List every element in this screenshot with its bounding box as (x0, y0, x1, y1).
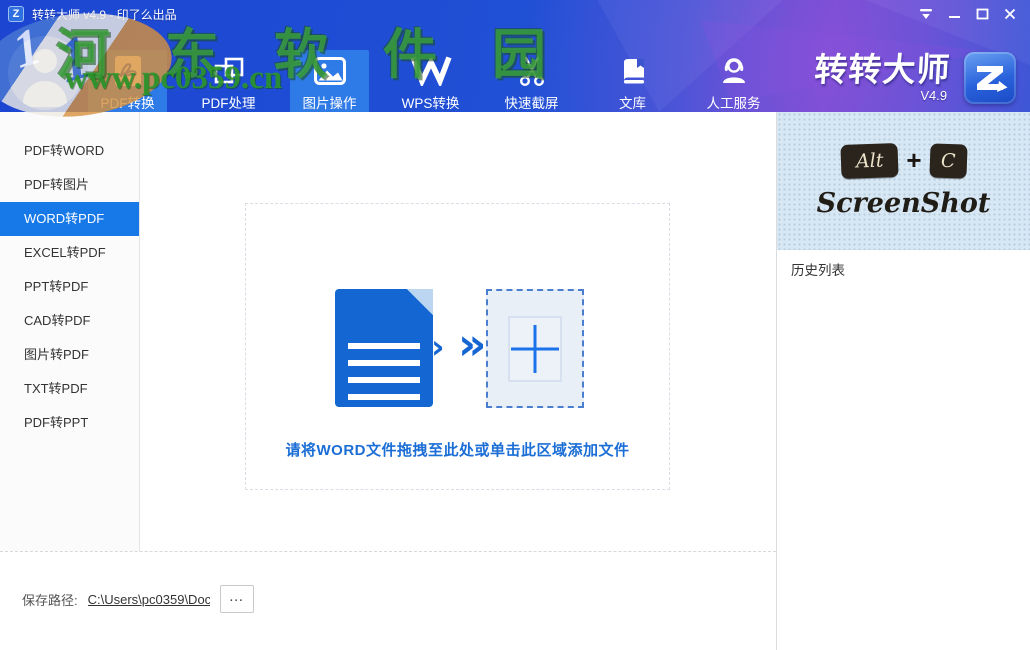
hotkey-row: Alt + C (841, 144, 966, 178)
headset-person-icon (718, 54, 750, 88)
sidebar: PDF转WORD PDF转图片 WORD转PDF EXCEL转PDF PPT转P… (0, 112, 140, 551)
tab-label: 图片操作 (303, 92, 357, 112)
chevron-right-icon: › (431, 330, 445, 363)
tab-label: PDF转换 (101, 92, 155, 112)
main-content: › » 请将WORD文件拖拽至此处或单击此区域添加文件 (140, 112, 776, 551)
sidebar-item-txt-to-pdf[interactable]: TXT转PDF (0, 372, 139, 406)
c-key: C (929, 143, 967, 178)
book-icon (618, 54, 648, 88)
pdf-convert-icon (114, 54, 142, 88)
sidebar-item-ppt-to-pdf[interactable]: PPT转PDF (0, 270, 139, 304)
minimize-button[interactable] (940, 3, 968, 25)
document-fold (407, 289, 433, 315)
sidebar-item-excel-to-pdf[interactable]: EXCEL转PDF (0, 236, 139, 270)
tab-label: PDF处理 (202, 92, 256, 112)
alt-key: Alt (840, 143, 899, 179)
sidebar-item-word-to-pdf[interactable]: WORD转PDF (0, 202, 139, 236)
sidebar-list: PDF转WORD PDF转图片 WORD转PDF EXCEL转PDF PPT转P… (0, 134, 139, 440)
sidebar-item-pdf-to-word[interactable]: PDF转WORD (0, 134, 139, 168)
brand-version: V4.9 (813, 88, 948, 103)
tab-pdf-process[interactable]: PDF处理 (189, 50, 268, 112)
tab-pdf-convert[interactable]: PDF转换 (88, 50, 167, 112)
tab-wps-convert[interactable]: WPS转换 (391, 50, 470, 112)
tab-label: 人工服务 (707, 92, 761, 112)
tab-library[interactable]: 文库 (593, 50, 672, 112)
document-line (348, 394, 420, 400)
right-panel: Alt + C ScreenShot 历史列表 (776, 112, 1030, 650)
sidebar-item-pdf-to-ppt[interactable]: PDF转PPT (0, 406, 139, 440)
sidebar-item-cad-to-pdf[interactable]: CAD转PDF (0, 304, 139, 338)
screenshot-hotkey-promo[interactable]: Alt + C ScreenShot (777, 112, 1030, 250)
plus-icon (534, 325, 537, 373)
file-dropzone[interactable]: › » 请将WORD文件拖拽至此处或单击此区域添加文件 (245, 203, 670, 490)
image-ops-icon (314, 54, 346, 88)
sidebar-item-pdf-to-image[interactable]: PDF转图片 (0, 168, 139, 202)
dropzone-caption: 请将WORD文件拖拽至此处或单击此区域添加文件 (246, 439, 669, 460)
tab-label: 文库 (619, 92, 646, 112)
double-chevron-right-icon: » (458, 323, 486, 367)
brand-logo-icon (964, 52, 1016, 104)
save-path-row: 保存路径: C:\Users\pc0359\Doc … (22, 585, 254, 613)
brand: 转转大师 V4.9 (814, 52, 1016, 104)
app-icon: Z (8, 6, 24, 22)
header: Z 转转大师 v4.9 - 印了么出品 (0, 0, 1030, 112)
plus-glyph: + (906, 145, 921, 176)
menu-icon[interactable] (912, 3, 940, 25)
wps-logo-icon (410, 54, 452, 88)
document-line (348, 343, 420, 349)
app-window: Z 转转大师 v4.9 - 印了么出品 (0, 0, 1030, 650)
tab-support[interactable]: 人工服务 (694, 50, 773, 112)
document-line (348, 377, 420, 383)
avatar-body-icon (23, 81, 67, 107)
scissors-icon (517, 54, 547, 88)
window-title: 转转大师 v4.9 - 印了么出品 (32, 6, 177, 23)
titlebar: Z 转转大师 v4.9 - 印了么出品 (0, 0, 1030, 28)
tab-label: 快速截屏 (505, 92, 559, 112)
pdf-process-icon (213, 54, 245, 88)
screenshot-caption: ScreenShot (817, 188, 991, 219)
avatar-head-icon (33, 49, 57, 73)
tab-image-ops[interactable]: 图片操作 (290, 50, 369, 112)
tab-label: WPS转换 (402, 92, 460, 112)
sidebar-item-image-to-pdf[interactable]: 图片转PDF (0, 338, 139, 372)
tab-screenshot[interactable]: 快速截屏 (492, 50, 571, 112)
save-path-label: 保存路径: (22, 590, 78, 609)
browse-button[interactable]: … (220, 585, 254, 613)
close-button[interactable] (996, 3, 1024, 25)
main-nav: PDF转换 PDF处理 图片操作 WPS转换 (88, 50, 773, 112)
brand-text: 转转大师 V4.9 (813, 53, 952, 103)
word-document-icon (335, 289, 433, 407)
history-list-title: 历史列表 (791, 259, 845, 279)
add-file-box[interactable] (486, 289, 584, 408)
bottom-bar: 保存路径: C:\Users\pc0359\Doc … (0, 551, 776, 650)
maximize-button[interactable] (968, 3, 996, 25)
user-avatar[interactable] (8, 36, 82, 110)
save-path-link[interactable]: C:\Users\pc0359\Doc (88, 592, 210, 607)
document-line (348, 360, 420, 366)
brand-name: 转转大师 (814, 53, 952, 86)
